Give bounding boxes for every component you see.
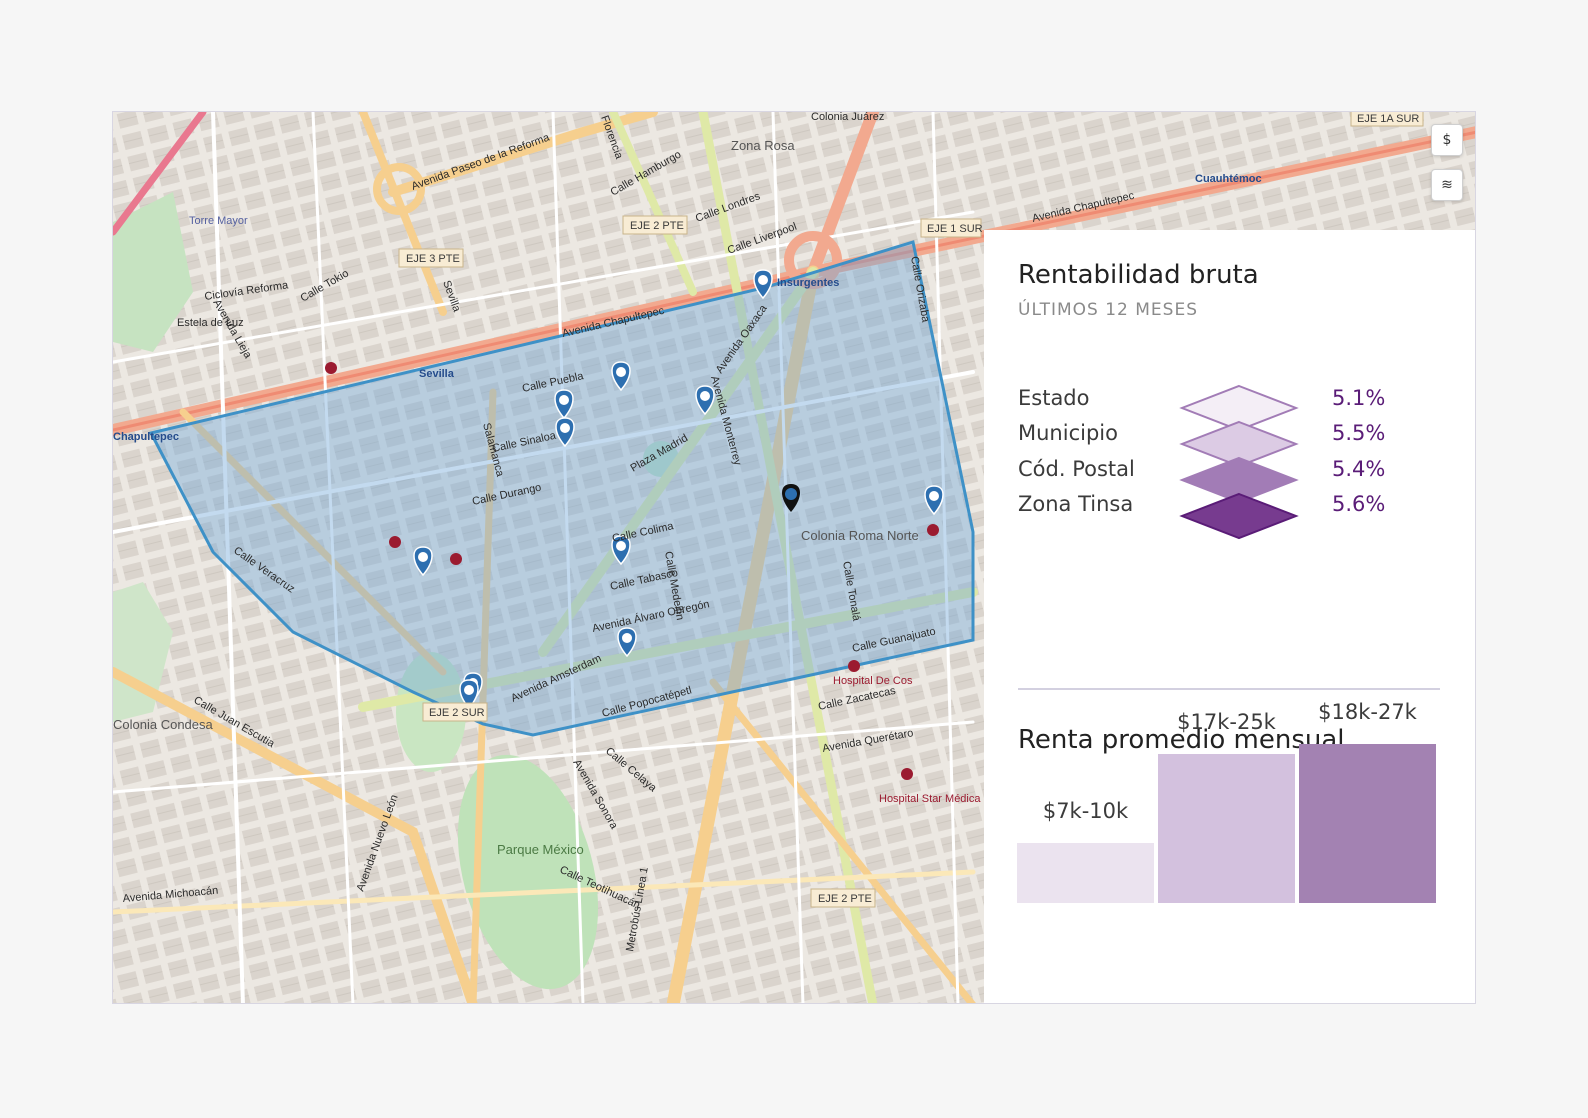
shield-eje-2-pte-b: EJE 2 PTE: [818, 893, 872, 905]
shield-eje-2-sur: EJE 2 SUR: [429, 707, 485, 719]
label-cuauhtemoc: Cuauhtémoc: [1195, 173, 1262, 185]
bar-70-90: [1158, 754, 1295, 903]
layers-icon: ≋: [1441, 177, 1453, 193]
property-pin-dot: [758, 275, 768, 285]
dollar-icon: $: [1442, 132, 1452, 148]
layers-button[interactable]: ≋: [1431, 169, 1463, 201]
bar-value-label: $17k-25k: [1177, 710, 1276, 734]
label-colonia-roma-norte: Colonia Roma Norte: [801, 528, 919, 543]
shield-eje-1a-sur: EJE 1A SUR: [1357, 113, 1419, 125]
selected-pin-dot: [785, 488, 797, 500]
layer-stack-icon: [1179, 384, 1299, 540]
rentabilidad-subtitle: ÚLTIMOS 12 MESES: [1018, 300, 1198, 320]
row-label-municipio: Municipio: [1018, 421, 1118, 445]
label-hospital-de-cos: Hospital De Cos: [833, 675, 913, 687]
row-value-cod-postal: 5.4%: [1332, 457, 1386, 481]
property-pin-dot: [560, 423, 570, 433]
shield-eje-3-pte: EJE 3 PTE: [406, 253, 460, 265]
label-torre-mayor: Torre Mayor: [189, 215, 248, 227]
stats-panel: Rentabilidad bruta ÚLTIMOS 12 MESES Esta…: [984, 230, 1475, 1003]
row-label-estado: Estado: [1018, 386, 1090, 410]
row-label-zona-tinsa: Zona Tinsa: [1018, 492, 1134, 516]
label-parque-mexico: Parque México: [497, 842, 584, 857]
property-pin-dot: [700, 391, 710, 401]
label-insurgentes: Insurgentes: [777, 277, 839, 289]
property-pin-dot: [559, 395, 569, 405]
property-pin-dot: [622, 633, 632, 643]
row-value-zona-tinsa: 5.6%: [1332, 492, 1386, 516]
rentabilidad-title: Rentabilidad bruta: [1018, 260, 1259, 290]
bar-45-70: [1017, 843, 1154, 903]
bar-value-label: $7k-10k: [1042, 799, 1129, 823]
label-sevilla: Sevilla: [419, 368, 455, 380]
row-value-municipio: 5.5%: [1332, 421, 1386, 445]
row-value-estado: 5.1%: [1332, 386, 1386, 410]
property-pin-dot: [418, 552, 428, 562]
property-pin-dot: [929, 491, 939, 501]
label-zona-rosa: Zona Rosa: [731, 138, 795, 153]
map-card: Colonia Juárez Zona Rosa Torre Mayor Est…: [112, 111, 1476, 1004]
bar-value-label: $18k-27k: [1318, 700, 1417, 724]
currency-button[interactable]: $: [1431, 124, 1463, 156]
label-chapultepec: Chapultepec: [113, 431, 179, 443]
property-pin-dot: [464, 685, 474, 695]
property-pin-dot: [616, 367, 626, 377]
label-colonia-juarez: Colonia Juárez: [811, 112, 884, 123]
bar-90-120: [1299, 744, 1436, 903]
shield-eje-2-pte: EJE 2 PTE: [630, 220, 684, 232]
shield-eje-1-sur: EJE 1 SUR: [927, 223, 983, 235]
row-label-cod-postal: Cód. Postal: [1018, 457, 1135, 481]
section-divider: [1018, 688, 1440, 690]
label-colonia-condesa: Colonia Condesa: [113, 717, 214, 732]
